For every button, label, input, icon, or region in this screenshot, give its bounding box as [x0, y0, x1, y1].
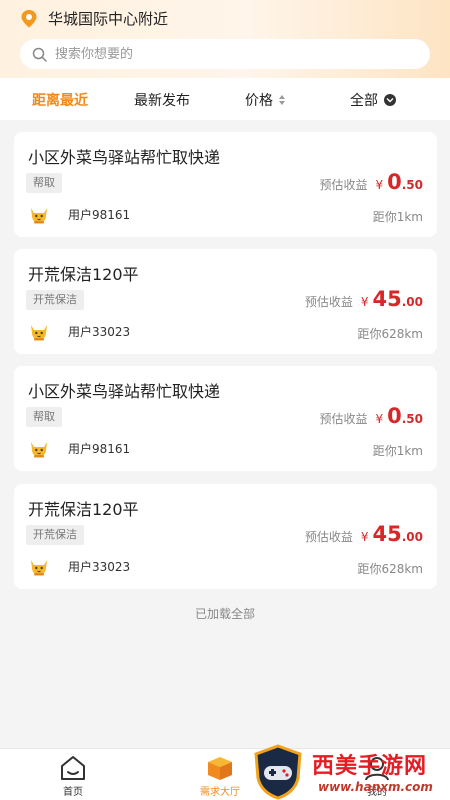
chevron-down-icon — [384, 94, 396, 106]
task-distance: 距你628km — [357, 327, 423, 341]
price-integer: 45 — [372, 522, 402, 546]
watermark: 西美手游网 www.hanxm.com — [252, 744, 450, 800]
location-selector[interactable]: 华城国际中心附近 — [20, 8, 168, 29]
task-tag: 开荒保洁 — [26, 290, 84, 310]
earning: 预估收益 ¥ 0 .50 — [319, 170, 423, 194]
task-distance: 距你628km — [357, 562, 423, 576]
watermark-title: 西美手游网 — [312, 754, 428, 779]
cat-avatar-icon — [31, 325, 47, 341]
filter-tab-latest[interactable]: 最新发布 — [134, 90, 190, 110]
price-decimal: .50 — [401, 412, 423, 426]
task-tag: 帮取 — [26, 407, 62, 427]
task-tag: 帮取 — [26, 173, 62, 193]
price-integer: 0 — [387, 170, 402, 194]
tab-home[interactable]: 首页 — [58, 755, 88, 798]
earning: 预估收益 ¥ 45 .00 — [305, 522, 423, 546]
user-name: 用户98161 — [68, 207, 131, 222]
search-input[interactable] — [55, 46, 395, 62]
currency-symbol: ¥ — [360, 295, 369, 309]
location-text: 华城国际中心附近 — [48, 10, 169, 28]
filter-bar: 距离最近 最新发布 价格 全部 — [0, 78, 450, 120]
price-integer: 45 — [372, 287, 402, 311]
task-card[interactable]: 小区外菜鸟驿站帮忙取快递 帮取 预估收益 ¥ 0 .50 用户98161 距你1… — [14, 366, 437, 471]
task-user: 用户98161 — [28, 438, 130, 458]
user-name: 用户98161 — [68, 441, 131, 456]
loaded-all-text: 已加载全部 — [194, 607, 255, 621]
task-title: 小区外菜鸟驿站帮忙取快递 — [28, 382, 221, 401]
task-title: 小区外菜鸟驿站帮忙取快递 — [28, 148, 221, 167]
cat-avatar-icon — [31, 560, 47, 576]
tab-label: 需求大厅 — [200, 787, 240, 798]
currency-symbol: ¥ — [360, 530, 369, 544]
sort-icon — [279, 95, 285, 105]
currency-symbol: ¥ — [375, 412, 384, 426]
price-decimal: .00 — [401, 295, 423, 309]
task-card[interactable]: 开荒保洁120平 开荒保洁 预估收益 ¥ 45 .00 用户33023 距你62… — [14, 484, 437, 589]
earning-label: 预估收益 — [304, 530, 353, 544]
task-card[interactable]: 开荒保洁120平 开荒保洁 预估收益 ¥ 45 .00 用户33023 距你62… — [14, 249, 437, 354]
tab-label: 首页 — [63, 787, 83, 798]
filter-tab-label: 距离最近 — [32, 93, 88, 109]
price-integer: 0 — [387, 404, 402, 428]
user-name: 用户33023 — [68, 559, 131, 574]
filter-tab-label: 价格 — [245, 93, 273, 109]
filter-tab-label: 最新发布 — [134, 93, 190, 109]
task-user: 用户33023 — [28, 556, 130, 576]
task-title: 开荒保洁120平 — [28, 265, 139, 284]
earning-label: 预估收益 — [319, 178, 368, 192]
location-pin-icon — [21, 9, 37, 27]
watermark-url: www.hanxm.com — [318, 780, 433, 794]
earning-label: 预估收益 — [304, 295, 353, 309]
task-title: 开荒保洁120平 — [28, 500, 139, 519]
task-card[interactable]: 小区外菜鸟驿站帮忙取快递 帮取 预估收益 ¥ 0 .50 用户98161 距你1… — [14, 132, 437, 237]
filter-tab-label: 全部 — [350, 93, 378, 109]
task-distance: 距你1km — [372, 444, 423, 458]
search-bar[interactable] — [20, 39, 430, 69]
home-icon — [61, 756, 85, 780]
earning: 预估收益 ¥ 0 .50 — [319, 404, 423, 428]
box-icon — [208, 757, 232, 780]
filter-tab-all[interactable]: 全部 — [350, 90, 396, 110]
task-user: 用户33023 — [28, 321, 130, 341]
search-icon — [32, 47, 47, 62]
price-decimal: .50 — [401, 178, 423, 192]
user-name: 用户33023 — [68, 324, 131, 339]
cat-avatar-icon — [31, 442, 47, 458]
currency-symbol: ¥ — [375, 178, 384, 192]
tab-demand-hall[interactable]: 需求大厅 — [200, 755, 240, 798]
filter-tab-nearest[interactable]: 距离最近 — [32, 90, 88, 110]
header: 华城国际中心附近 — [0, 0, 450, 78]
task-tag: 开荒保洁 — [26, 525, 84, 545]
filter-tab-price[interactable]: 价格 — [245, 90, 285, 110]
task-user: 用户98161 — [28, 204, 130, 224]
price-decimal: .00 — [401, 530, 423, 544]
earning-label: 预估收益 — [319, 412, 368, 426]
gamepad-shield-icon — [254, 744, 302, 800]
earning: 预估收益 ¥ 45 .00 — [305, 287, 423, 311]
cat-avatar-icon — [31, 208, 47, 224]
task-distance: 距你1km — [372, 210, 423, 224]
